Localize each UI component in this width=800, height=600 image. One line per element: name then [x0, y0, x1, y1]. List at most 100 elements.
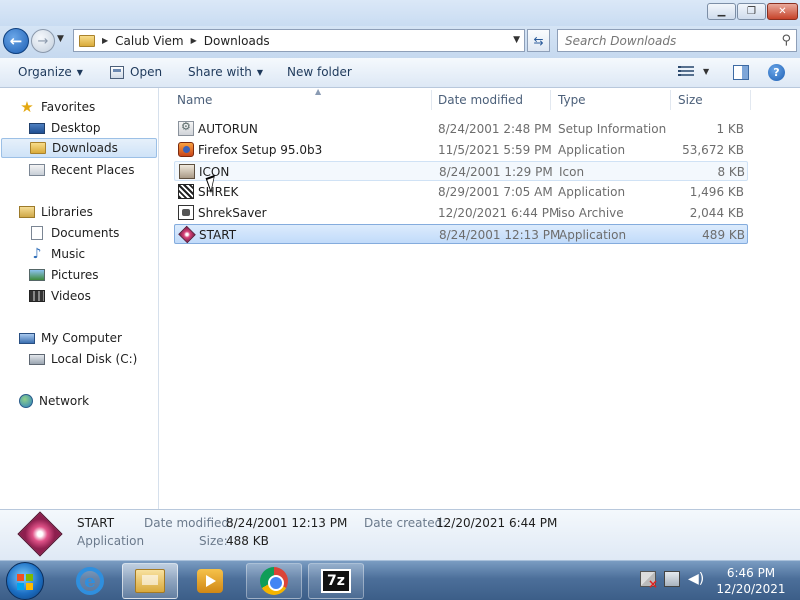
search-input[interactable]	[565, 33, 773, 48]
file-size: 53,672 KB	[682, 143, 744, 157]
search-box[interactable]: ⚲	[557, 29, 797, 52]
downloads-folder-icon	[30, 142, 46, 154]
sort-ascending-icon: ▲	[315, 87, 322, 96]
close-button[interactable]: ✕	[767, 3, 798, 20]
action-center-icon[interactable]	[640, 571, 658, 591]
computer-icon	[19, 332, 35, 344]
address-row: ← → ▼ ▶ Calub Viem ▶ Downloads ▼ ⇆ ⚲	[0, 26, 800, 58]
file-row-firefox-setup[interactable]: Firefox Setup 95.0b3 11/5/2021 5:59 PM A…	[174, 140, 748, 160]
breadcrumb-downloads[interactable]: Downloads	[204, 34, 270, 48]
start-button[interactable]	[6, 562, 44, 600]
help-icon[interactable]: ?	[768, 64, 785, 81]
column-header-type[interactable]: Type	[558, 88, 670, 112]
file-name: Firefox Setup 95.0b3	[198, 143, 323, 157]
column-header-size[interactable]: Size	[678, 88, 748, 112]
window-title-bar: ▁ ❐ ✕	[0, 0, 800, 26]
file-size: 1,496 KB	[689, 185, 744, 199]
breadcrumb-user[interactable]: Calub Viem	[115, 34, 183, 48]
change-view-icon[interactable]	[678, 66, 694, 79]
taskbar-internet-explorer[interactable]: e	[62, 563, 118, 599]
nav-my-computer[interactable]: My Computer	[19, 328, 122, 348]
refresh-button[interactable]: ⇆	[527, 29, 550, 52]
column-divider[interactable]	[670, 90, 671, 110]
recent-pages-dropdown[interactable]: ▼	[57, 34, 64, 44]
firefox-installer-icon	[178, 142, 194, 157]
file-type: Application	[558, 185, 626, 199]
chevron-right-icon[interactable]: ▶	[102, 36, 108, 45]
column-date-label: Date modified	[438, 93, 524, 107]
new-folder-button[interactable]: New folder	[287, 65, 352, 79]
file-type: Setup Information	[558, 122, 667, 136]
nav-music-label: Music	[51, 247, 86, 261]
file-row-shreksaver[interactable]: ShrekSaver 12/20/2021 6:44 PM iso Archiv…	[174, 203, 748, 223]
taskbar-windows-explorer[interactable]	[122, 563, 178, 599]
maximize-button[interactable]: ❐	[737, 3, 766, 20]
file-row-start[interactable]: START 8/24/2001 12:13 PM Application 489…	[174, 224, 748, 244]
file-row-icon[interactable]: ICON 8/24/2001 1:29 PM Icon 8 KB	[174, 161, 748, 181]
taskbar-chrome[interactable]	[246, 563, 302, 599]
forward-button[interactable]: →	[31, 29, 55, 53]
nav-videos-label: Videos	[51, 289, 91, 303]
details-size-label: Size:	[199, 534, 228, 548]
windows-explorer-icon	[135, 569, 165, 593]
network-status-icon[interactable]	[664, 571, 680, 587]
nav-favorites[interactable]: ★ Favorites	[19, 97, 95, 117]
nav-libraries[interactable]: Libraries	[19, 202, 93, 222]
clock[interactable]: 6:46 PM 12/20/2021	[716, 565, 786, 597]
share-with-button[interactable]: Share with ▼	[188, 65, 263, 79]
folder-icon	[79, 34, 95, 47]
file-date: 8/24/2001 12:13 PM	[439, 228, 561, 242]
file-type: Application	[558, 143, 626, 157]
volume-icon[interactable]: ◀)	[688, 571, 704, 587]
details-file-name: START	[77, 516, 115, 530]
documents-icon	[31, 226, 43, 240]
setup-file-icon	[178, 120, 194, 136]
videos-icon	[29, 290, 45, 302]
column-header-name[interactable]: Name ▲	[177, 87, 432, 112]
search-icon[interactable]: ⚲	[781, 33, 791, 48]
file-size: 1 KB	[716, 122, 744, 136]
navigation-pane: ★ Favorites Desktop Downloads Recent Plac…	[0, 88, 159, 509]
nav-videos[interactable]: Videos	[29, 286, 91, 306]
chrome-icon	[260, 567, 288, 595]
column-divider[interactable]	[550, 90, 551, 110]
open-button[interactable]: Open	[110, 65, 162, 79]
nav-recent-places[interactable]: Recent Places	[29, 160, 134, 180]
column-divider[interactable]	[431, 90, 432, 110]
chevron-down-icon: ▼	[256, 67, 264, 77]
column-size-label: Size	[678, 93, 703, 107]
taskbar-7zip[interactable]: 7z	[308, 563, 364, 599]
details-created-label: Date created:	[364, 516, 447, 530]
open-icon	[110, 65, 124, 79]
desktop-icon	[29, 122, 45, 134]
file-row-autorun[interactable]: AUTORUN 8/24/2001 2:48 PM Setup Informat…	[174, 119, 748, 139]
column-header-date[interactable]: Date modified	[438, 88, 550, 112]
chevron-down-icon: ▼	[76, 67, 83, 77]
preview-pane-icon[interactable]	[733, 65, 749, 80]
taskbar-media-player[interactable]	[182, 563, 238, 599]
file-type: Icon	[559, 165, 585, 179]
column-divider[interactable]	[750, 90, 751, 110]
nav-desktop-label: Desktop	[51, 121, 101, 135]
details-size-value: 488 KB	[226, 534, 269, 548]
nav-pictures[interactable]: Pictures	[29, 265, 99, 285]
nav-music[interactable]: ♪ Music	[29, 244, 86, 264]
back-button[interactable]: ←	[3, 28, 29, 54]
address-dropdown-icon[interactable]: ▼	[513, 35, 520, 45]
nav-local-disk[interactable]: Local Disk (C:)	[29, 349, 137, 369]
views-dropdown-icon[interactable]: ▼	[703, 67, 709, 76]
taskbar: e 7z ◀) 6:46 PM 12/20/2021	[0, 560, 800, 600]
file-row-shrek[interactable]: SHREK 8/29/2001 7:05 AM Application 1,49…	[174, 182, 748, 202]
minimize-button[interactable]: ▁	[707, 3, 736, 20]
chevron-right-icon[interactable]: ▶	[191, 36, 197, 45]
address-bar[interactable]: ▶ Calub Viem ▶ Downloads ▼	[73, 29, 525, 52]
details-created-value: 12/20/2021 6:44 PM	[436, 516, 558, 530]
nav-network[interactable]: Network	[19, 391, 89, 411]
details-file-type: Application	[77, 534, 145, 548]
nav-downloads[interactable]: Downloads	[1, 138, 157, 158]
nav-documents[interactable]: Documents	[29, 223, 119, 243]
network-icon	[19, 394, 33, 408]
organize-button[interactable]: Organize ▼	[18, 65, 83, 79]
archive-file-icon	[178, 205, 194, 220]
nav-desktop[interactable]: Desktop	[29, 118, 101, 138]
